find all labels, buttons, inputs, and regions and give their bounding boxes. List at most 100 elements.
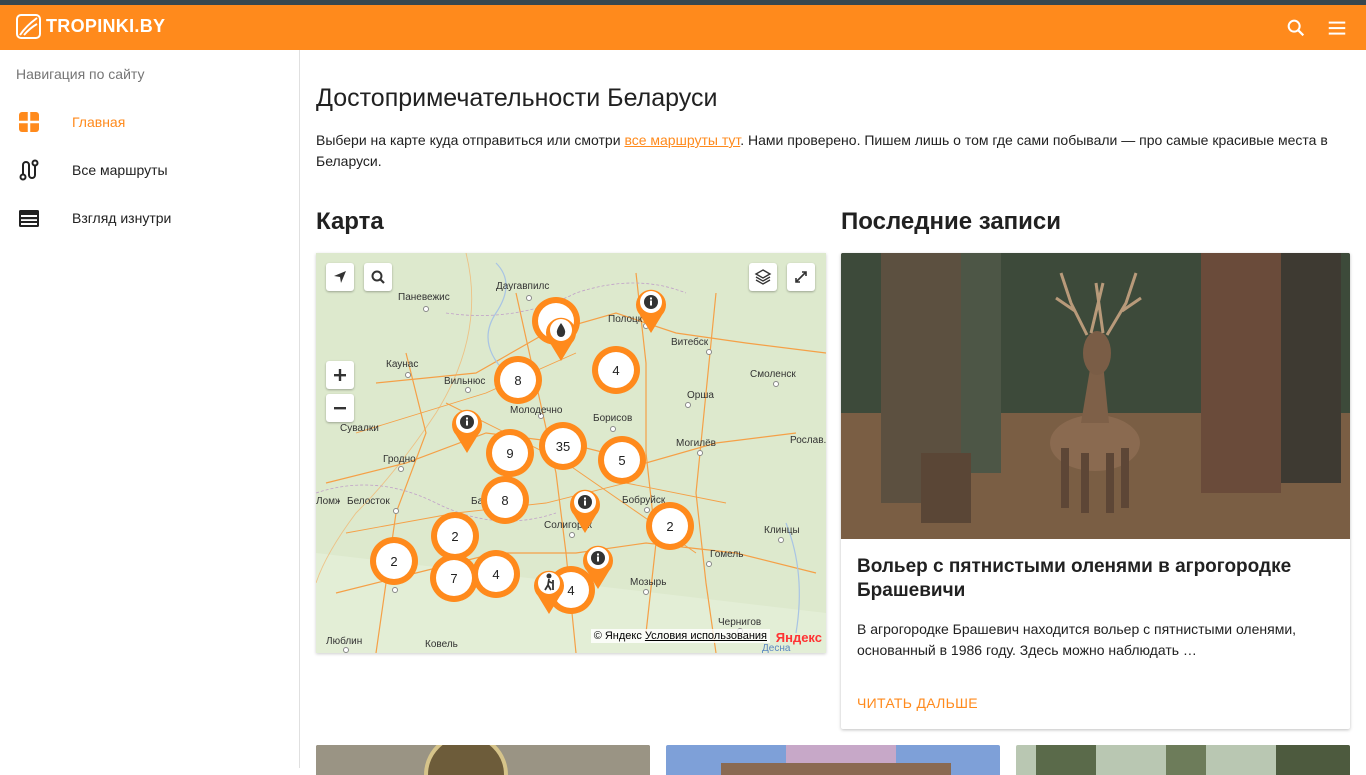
info-marker[interactable]	[566, 485, 604, 535]
yandex-logo-text: Яндекс	[775, 630, 822, 645]
city-label: Каунас	[386, 359, 419, 370]
city-label: Орша	[687, 390, 714, 401]
sidebar: Навигация по сайту Главная Все маршруты …	[0, 50, 300, 768]
calendar-view-icon	[19, 210, 39, 227]
route-icon	[19, 159, 39, 181]
city-label: Ковель	[425, 639, 458, 650]
cluster-count: 2	[437, 518, 473, 554]
drop-marker[interactable]	[542, 313, 580, 363]
city-label: Рослав.	[790, 435, 826, 446]
map-cluster[interactable]: 5	[598, 436, 646, 484]
latest-section-title: Последние записи	[841, 208, 1062, 235]
interactive-map[interactable]: Паневежис Даугавпилс Полоцк Витебск Каун…	[316, 253, 826, 653]
city-label: Сувалки	[340, 423, 379, 434]
read-more-button[interactable]: ЧИТАТЬ ДАЛЬШЕ	[857, 695, 978, 711]
city-label: Борисов	[593, 413, 633, 424]
city-label: Белосток	[347, 496, 390, 507]
copyright-text: © Яндекс	[593, 630, 642, 642]
map-cluster[interactable]: 8	[481, 476, 529, 524]
map-copyright: © Яндекс Условия использования	[590, 629, 770, 643]
cluster-count: 5	[604, 442, 640, 478]
zoom-out-button[interactable]	[326, 394, 354, 422]
cluster-count: 35	[545, 428, 581, 464]
page-title: Достопримечательности Беларуси	[316, 84, 718, 112]
search-icon	[371, 270, 385, 284]
search-icon	[1287, 19, 1305, 37]
geolocation-button[interactable]	[326, 263, 354, 291]
hiking-marker[interactable]	[530, 566, 568, 616]
city-label: Гродно	[383, 454, 416, 465]
cluster-count: 7	[436, 560, 472, 596]
cluster-count: 2	[376, 543, 412, 579]
intro-text: Выбери на карте куда отправиться или смо…	[316, 130, 1350, 172]
menu-icon	[1328, 21, 1346, 35]
deer-photo[interactable]	[841, 253, 1350, 539]
all-routes-link[interactable]: все маршруты тут	[624, 132, 740, 148]
map-cluster[interactable]: 2	[370, 537, 418, 585]
post-thumbnail[interactable]	[666, 745, 1000, 775]
city-label: Клинцы	[764, 525, 800, 536]
site-logo[interactable]: TROPINKI.BY	[16, 13, 165, 39]
city-label: Молодечно	[510, 405, 563, 416]
city-label: Витебск	[671, 337, 709, 348]
intro-text-start: Выбери на карте куда отправиться или смо…	[316, 132, 625, 148]
fullscreen-icon	[795, 271, 807, 283]
map-cluster[interactable]: 9	[486, 429, 534, 477]
tropinki-logo-icon	[16, 13, 41, 39]
card-title[interactable]: Вольер с пятнистыми оленями в агрогородк…	[857, 555, 1327, 603]
layers-button[interactable]	[749, 263, 777, 291]
layers-icon	[754, 269, 772, 285]
latest-post-card[interactable]: Вольер с пятнистыми оленями в агрогородк…	[841, 253, 1350, 729]
map-cluster[interactable]: 7	[430, 554, 478, 602]
zoom-out-icon	[334, 407, 346, 410]
map-cluster[interactable]: 35	[539, 422, 587, 470]
city-label: Чернигов	[718, 617, 762, 628]
main-content: Достопримечательности Беларуси Выбери на…	[300, 50, 1366, 775]
cluster-count: 4	[598, 352, 634, 388]
city-label: Ломжа	[316, 496, 340, 507]
city-label: Смоленск	[750, 369, 796, 380]
sidebar-item-home[interactable]: Главная	[0, 98, 299, 146]
menu-button[interactable]	[1322, 13, 1352, 43]
map-section-title: Карта	[316, 208, 384, 235]
sidebar-header: Навигация по сайту	[16, 66, 145, 82]
sidebar-item-label: Главная	[72, 114, 126, 130]
cluster-count: 8	[487, 482, 523, 518]
map-cluster[interactable]: 8	[494, 356, 542, 404]
map-cluster[interactable]: 2	[431, 512, 479, 560]
fullscreen-button[interactable]	[787, 263, 815, 291]
logo-text: TROPINKI.BY	[46, 15, 166, 36]
map-cluster[interactable]: 2	[646, 502, 694, 550]
map-search-button[interactable]	[364, 263, 392, 291]
post-thumbnail[interactable]	[316, 745, 650, 775]
city-label: Могилёв	[676, 438, 716, 449]
sidebar-item-inside-view[interactable]: Взгляд изнутри	[0, 194, 299, 242]
city-label: Люблин	[326, 636, 363, 647]
cluster-count: 9	[492, 435, 528, 471]
sidebar-item-label: Взгляд изнутри	[72, 210, 172, 226]
yandex-logo[interactable]: Яндекс	[776, 630, 822, 645]
search-button[interactable]	[1281, 13, 1311, 43]
cluster-count: 2	[652, 508, 688, 544]
cluster-count: 8	[500, 362, 536, 398]
info-marker[interactable]	[632, 285, 670, 335]
cluster-count: 4	[478, 556, 514, 592]
app-bar: TROPINKI.BY	[0, 5, 1366, 50]
city-label: Гомель	[710, 549, 744, 560]
map-cluster[interactable]: 4	[592, 346, 640, 394]
zoom-in-button[interactable]	[326, 361, 354, 389]
zoom-in-icon	[334, 369, 346, 381]
info-marker[interactable]	[579, 541, 617, 591]
sidebar-item-all-routes[interactable]: Все маршруты	[0, 146, 299, 194]
info-marker[interactable]	[448, 405, 486, 455]
city-label: Вильнюс	[444, 376, 486, 387]
card-excerpt: В агрогородке Брашевич находится вольер …	[857, 621, 1297, 658]
post-thumbnail[interactable]	[1016, 745, 1350, 775]
city-label: Паневежис	[398, 292, 450, 303]
geolocation-icon	[334, 271, 346, 283]
city-label: Даугавпилс	[496, 281, 550, 292]
terms-link[interactable]: Условия использования	[645, 630, 767, 642]
sidebar-item-label: Все маршруты	[72, 162, 168, 178]
city-label: Мозырь	[630, 577, 667, 588]
map-cluster[interactable]: 4	[472, 550, 520, 598]
